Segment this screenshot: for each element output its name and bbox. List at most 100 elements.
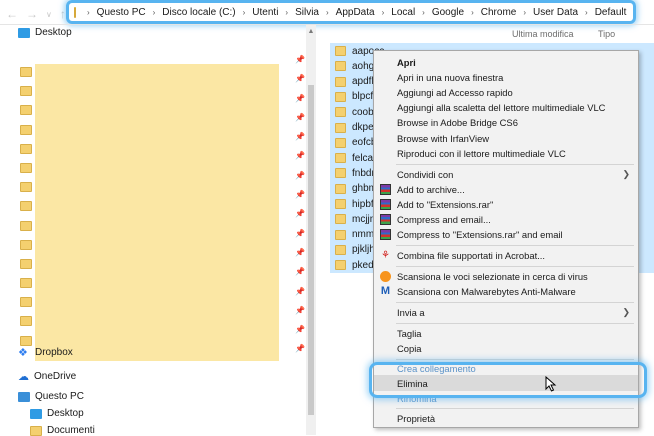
menu-item-vlc-play[interactable]: Riproduci con il lettore multimediale VL… <box>374 146 638 161</box>
menu-item-copy[interactable]: Copia <box>374 341 638 356</box>
menu-label: Combina file supportati in Acrobat... <box>397 250 545 261</box>
forward-arrow-icon[interactable]: → <box>26 7 38 21</box>
menu-item-compress-rar-email[interactable]: Compress to "Extensions.rar" and email <box>374 227 638 242</box>
documents-icon <box>30 425 42 436</box>
nav-item-dropbox[interactable]: ❖ Dropbox <box>18 347 73 358</box>
menu-label: Add to "Extensions.rar" <box>397 199 494 210</box>
delete-highlight <box>369 362 647 398</box>
pin-icon[interactable]: 📌 <box>295 287 305 306</box>
menu-label: Scansiona con Malwarebytes Anti-Malware <box>397 286 576 297</box>
menu-item-vlc-playlist[interactable]: Aggiungi alla scaletta del lettore multi… <box>374 100 638 115</box>
menu-label: Apri in una nuova finestra <box>397 72 504 83</box>
pin-icon[interactable]: 📌 <box>295 248 305 267</box>
back-arrow-icon[interactable]: ← <box>6 7 18 21</box>
pin-icon[interactable]: 📌 <box>295 55 305 74</box>
nav-item-pc-desktop[interactable]: Desktop <box>30 408 84 419</box>
nav-label: Desktop <box>35 27 72 38</box>
recent-chevron-icon[interactable]: ∨ <box>46 10 52 19</box>
folder-icon <box>335 260 346 271</box>
menu-item-add-rar[interactable]: Add to "Extensions.rar" <box>374 197 638 212</box>
cloud-icon: ☁ <box>18 371 29 383</box>
pin-icon[interactable]: 📌 <box>295 151 305 170</box>
menu-item-properties[interactable]: Proprietà <box>374 411 638 426</box>
folder-icon <box>335 168 346 179</box>
menu-label: Taglia <box>397 328 422 339</box>
nav-scrollbar[interactable]: ▲ <box>306 25 316 435</box>
pin-icon[interactable]: 📌 <box>295 132 305 151</box>
pin-icon[interactable]: 📌 <box>295 325 305 344</box>
menu-label: Browse in Adobe Bridge CS6 <box>397 117 518 128</box>
menu-item-virus-scan[interactable]: Scansiona le voci selezionate in cerca d… <box>374 269 638 284</box>
folder-icon <box>335 153 346 164</box>
desktop-icon <box>30 408 42 419</box>
pin-icon[interactable]: 📌 <box>295 113 305 132</box>
pin-icon[interactable]: 📌 <box>295 74 305 93</box>
nav-item-desktop[interactable]: Desktop <box>18 27 72 38</box>
folder-icon <box>335 107 346 118</box>
folder-icon <box>20 316 32 327</box>
menu-item-bridge[interactable]: Browse in Adobe Bridge CS6 <box>374 115 638 130</box>
folder-icon <box>20 67 32 77</box>
nav-label: Dropbox <box>35 347 73 358</box>
nav-label: Documenti <box>47 425 95 436</box>
menu-item-add-archive[interactable]: Add to archive... <box>374 182 638 197</box>
menu-item-compress-email[interactable]: Compress and email... <box>374 212 638 227</box>
menu-item-cut[interactable]: Taglia <box>374 326 638 341</box>
menu-label: Aggiungi alla scaletta del lettore multi… <box>397 102 606 113</box>
scrollbar-thumb[interactable] <box>308 85 314 415</box>
menu-item-open-new-window[interactable]: Apri in una nuova finestra <box>374 70 638 85</box>
folder-icon <box>20 239 32 250</box>
antivirus-icon <box>380 271 391 282</box>
menu-label: Aggiungi ad Accesso rapido <box>397 87 513 98</box>
menu-item-share-with[interactable]: Condividi con ❯ <box>374 167 638 182</box>
menu-separator <box>396 359 634 360</box>
nav-item-onedrive[interactable]: ☁ OneDrive <box>18 370 76 383</box>
pin-icon[interactable]: 📌 <box>295 344 305 363</box>
menu-label: Compress to "Extensions.rar" and email <box>397 229 563 240</box>
pin-icon[interactable]: 📌 <box>295 267 305 286</box>
folder-icon <box>20 335 32 346</box>
menu-label: Proprietà <box>397 413 436 424</box>
pin-icon[interactable]: 📌 <box>295 209 305 228</box>
folder-icon <box>20 278 32 289</box>
folder-icon <box>335 76 346 87</box>
pin-icon[interactable]: 📌 <box>295 306 305 325</box>
malwarebytes-icon: M <box>380 285 391 297</box>
menu-separator <box>396 408 634 409</box>
pin-icon[interactable]: 📌 <box>295 190 305 209</box>
pin-icon[interactable]: 📌 <box>295 171 305 190</box>
column-header-type[interactable]: Tipo <box>598 29 615 39</box>
pin-icon[interactable]: 📌 <box>295 94 305 113</box>
nav-item-documenti[interactable]: Documenti <box>30 425 95 436</box>
nav-label: OneDrive <box>34 371 77 382</box>
menu-item-malwarebytes[interactable]: M Scansiona con Malwarebytes Anti-Malware <box>374 284 638 299</box>
menu-item-irfanview[interactable]: Browse with IrfanView <box>374 131 638 146</box>
menu-item-open[interactable]: Apri <box>374 55 638 70</box>
address-bar-highlight <box>66 0 636 24</box>
acrobat-icon: ⚘ <box>381 250 390 261</box>
menu-item-quick-access[interactable]: Aggiungi ad Accesso rapido <box>374 85 638 100</box>
folder-icon <box>20 297 32 308</box>
pin-icon[interactable]: 📌 <box>295 229 305 248</box>
winrar-icon <box>380 214 391 225</box>
menu-item-acrobat[interactable]: ⚘ Combina file supportati in Acrobat... <box>374 248 638 263</box>
folder-icon <box>20 182 32 193</box>
scroll-up-icon[interactable]: ▲ <box>306 28 316 35</box>
up-arrow-icon[interactable]: ↑ <box>60 7 66 21</box>
menu-item-send-to[interactable]: Invia a ❯ <box>374 305 638 320</box>
folder-icon <box>20 220 32 231</box>
menu-label: Compress and email... <box>397 214 491 225</box>
column-header-modified[interactable]: Ultima modifica <box>512 29 574 39</box>
folder-icon <box>335 122 346 133</box>
folder-icon <box>335 199 346 209</box>
menu-label: Copia <box>397 343 422 354</box>
folder-icon <box>335 61 346 72</box>
computer-icon <box>18 391 30 402</box>
menu-label: Browse with IrfanView <box>397 133 490 144</box>
redacted-folder-names <box>35 64 279 361</box>
submenu-arrow-icon: ❯ <box>622 307 630 317</box>
nav-label: Desktop <box>47 408 84 419</box>
folder-icon <box>335 214 346 225</box>
menu-separator <box>396 266 634 267</box>
nav-item-questo-pc[interactable]: Questo PC <box>18 391 84 402</box>
